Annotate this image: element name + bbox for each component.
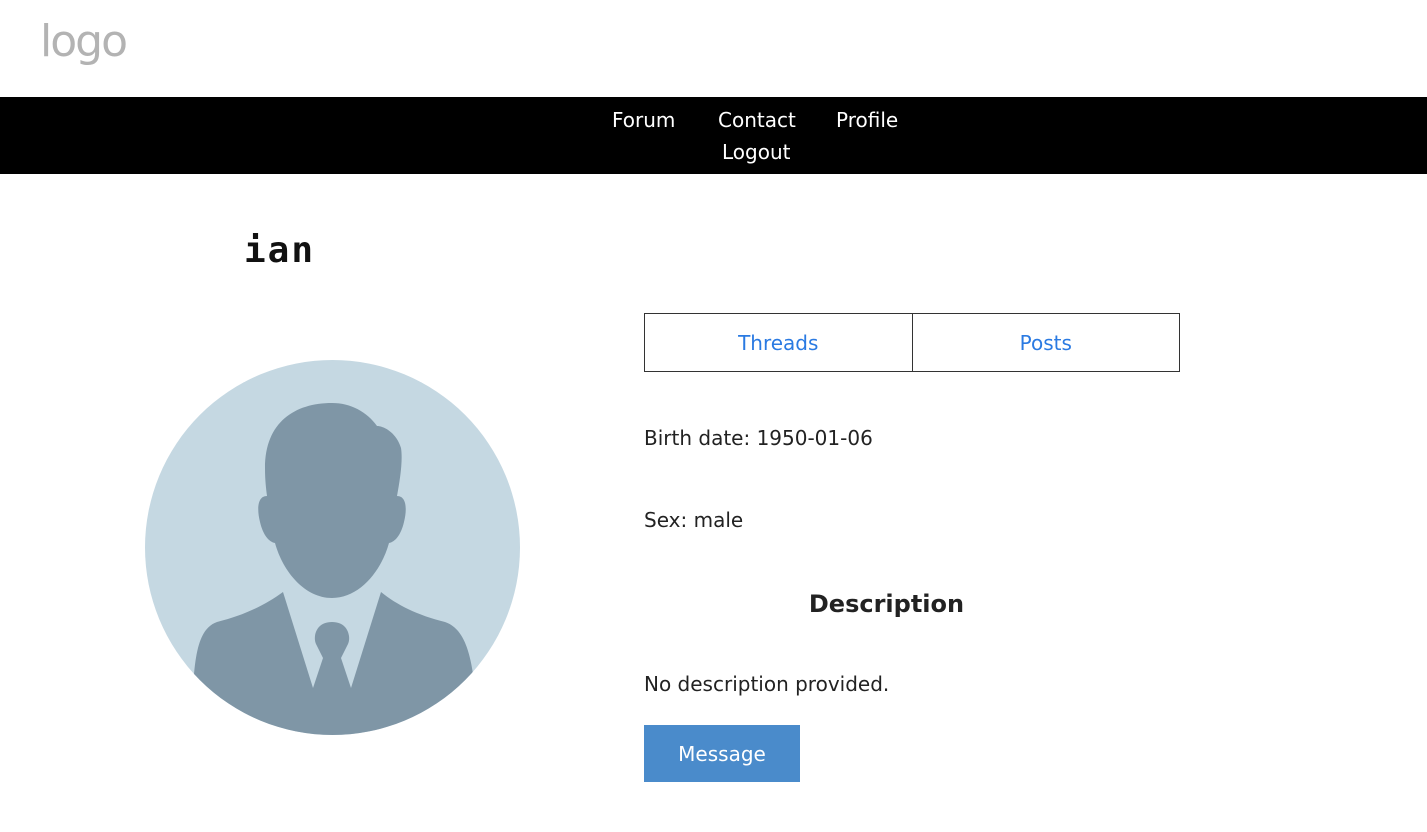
avatar (145, 360, 520, 735)
tab-posts[interactable]: Posts (911, 314, 1180, 371)
description-text: No description provided. (644, 672, 890, 696)
nav-logout-link[interactable]: Logout (722, 140, 790, 164)
description-heading: Description (808, 590, 965, 618)
sex: Sex: male (644, 508, 744, 532)
nav-contact-link[interactable]: Contact (718, 108, 796, 132)
site-header: logo (0, 0, 1427, 97)
tab-threads[interactable]: Threads (645, 314, 912, 371)
nav-forum-link[interactable]: Forum (612, 108, 675, 132)
default-user-avatar-icon (145, 360, 520, 735)
profile-tabs: Threads Posts (644, 313, 1180, 372)
nav-profile-link[interactable]: Profile (836, 108, 898, 132)
birth-date: Birth date: 1950-01-06 (644, 426, 873, 450)
message-button[interactable]: Message (644, 725, 800, 782)
profile-username: ian (244, 230, 316, 271)
site-logo[interactable]: logo (40, 20, 128, 64)
main-navbar (0, 97, 1427, 174)
